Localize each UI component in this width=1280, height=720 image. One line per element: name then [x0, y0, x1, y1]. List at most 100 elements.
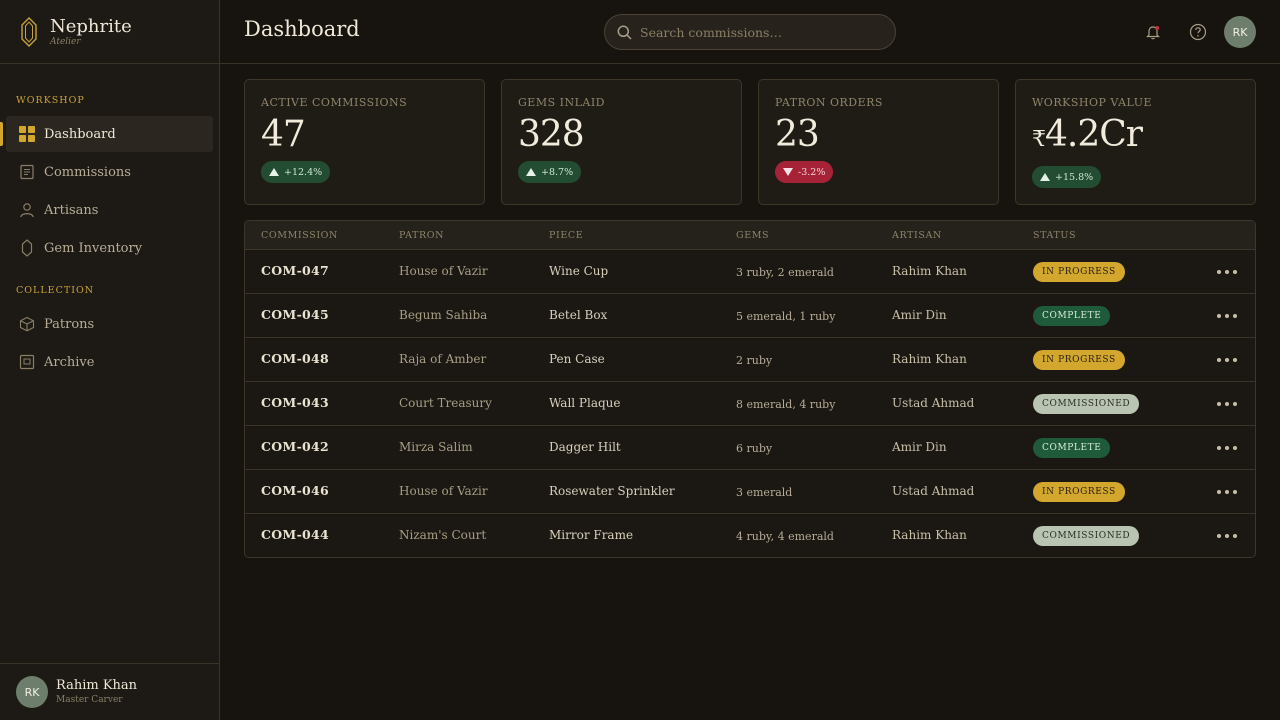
gems-cell: 6 ruby: [736, 442, 773, 455]
bell-icon[interactable]: [1143, 22, 1163, 42]
sidebar: Nephrite Atelier WORKSHOP Dashboard Comm…: [0, 0, 220, 720]
document-icon: [18, 163, 36, 181]
arrow-up-icon: [526, 168, 536, 176]
box-icon: [18, 315, 36, 333]
sidebar-item-gem-inventory[interactable]: Gem Inventory: [6, 230, 213, 266]
currency-symbol: ₹: [1032, 127, 1046, 152]
sidebar-item-patrons[interactable]: Patrons: [6, 306, 213, 342]
grid-icon: [18, 125, 36, 143]
status-badge: In Progress: [1033, 350, 1125, 370]
commission-id: COM-044: [261, 527, 330, 542]
more-actions-icon[interactable]: [1217, 358, 1237, 362]
search-bar[interactable]: [604, 14, 896, 50]
artisan-cell: Rahim Khan: [892, 264, 967, 278]
search-input[interactable]: [640, 24, 880, 40]
sidebar-item-label: Gem Inventory: [44, 240, 143, 256]
help-icon[interactable]: [1188, 22, 1208, 42]
table-row[interactable]: COM-047 House of Vazir Wine Cup 3 ruby, 2 e…: [245, 250, 1255, 294]
commission-id: COM-045: [261, 307, 330, 322]
gems-cell: 2 ruby: [736, 354, 773, 367]
table-row[interactable]: COM-044 Nizam's Court Mirror Frame 4 ruby, …: [245, 514, 1255, 557]
column-header-patron[interactable]: Patron: [399, 230, 444, 241]
stat-card-workshop-value: Workshop Value ₹4.2Cr +15.8%: [1015, 79, 1256, 205]
card-label: Gems Inlaid: [518, 96, 605, 109]
user-role: Master Carver: [56, 695, 123, 705]
commission-id: COM-047: [261, 263, 330, 278]
sidebar-item-label: Commissions: [44, 164, 131, 180]
page-title: Dashboard: [244, 17, 360, 41]
brand[interactable]: Nephrite Atelier: [0, 0, 219, 64]
sidebar-item-label: Patrons: [44, 316, 95, 332]
gem-icon: [18, 239, 36, 257]
column-header-piece[interactable]: Piece: [549, 230, 583, 241]
header-avatar[interactable]: RK: [1224, 16, 1256, 48]
trend-value: -3.2%: [798, 166, 826, 178]
status-badge: In Progress: [1033, 262, 1125, 282]
commission-id: COM-048: [261, 351, 330, 366]
patron-cell: Raja of Amber: [399, 352, 487, 366]
table-body: COM-047 House of Vazir Wine Cup 3 ruby, 2 e…: [245, 250, 1255, 557]
more-actions-icon[interactable]: [1217, 534, 1237, 538]
card-value: 328: [518, 114, 585, 155]
piece-cell: Dagger Hilt: [549, 440, 621, 454]
more-actions-icon[interactable]: [1217, 402, 1237, 406]
column-header-gems[interactable]: Gems: [736, 230, 769, 241]
column-header-commission[interactable]: Commission: [261, 230, 338, 241]
trend-value: +12.4%: [284, 166, 323, 178]
trend-badge: +15.8%: [1032, 166, 1102, 188]
piece-cell: Wall Plaque: [549, 396, 621, 410]
sidebar-item-artisans[interactable]: Artisans: [6, 192, 213, 228]
avatar: RK: [16, 676, 48, 708]
gems-cell: 3 ruby, 2 emerald: [736, 266, 834, 279]
piece-cell: Mirror Frame: [549, 528, 634, 542]
gems-cell: 3 emerald: [736, 486, 793, 499]
more-actions-icon[interactable]: [1217, 446, 1237, 450]
card-label: Active Commissions: [261, 96, 408, 109]
trend-badge: +12.4%: [261, 161, 331, 183]
trend-value: +8.7%: [541, 166, 574, 178]
card-value: 23: [775, 114, 820, 155]
gem-logo-icon: [21, 16, 37, 47]
commission-id: COM-042: [261, 439, 330, 454]
piece-cell: Pen Case: [549, 352, 605, 366]
artisan-cell: Rahim Khan: [892, 528, 967, 542]
person-icon: [18, 201, 36, 219]
gems-cell: 4 ruby, 4 emerald: [736, 530, 834, 543]
table-row[interactable]: COM-045 Begum Sahiba Betel Box 5 emerald, 1…: [245, 294, 1255, 338]
top-header: Dashboard RK: [220, 0, 1280, 64]
column-header-status[interactable]: Status: [1033, 230, 1076, 241]
column-header-artisan[interactable]: Artisan: [892, 230, 942, 241]
table-row[interactable]: COM-046 House of Vazir Rosewater Sprinkler…: [245, 470, 1255, 514]
status-badge: In Progress: [1033, 482, 1125, 502]
table-row[interactable]: COM-043 Court Treasury Wall Plaque 8 emeral…: [245, 382, 1255, 426]
sidebar-item-label: Artisans: [44, 202, 99, 218]
card-label: Workshop Value: [1032, 96, 1153, 109]
more-actions-icon[interactable]: [1217, 490, 1237, 494]
patron-cell: Mirza Salim: [399, 440, 473, 454]
table-row[interactable]: COM-048 Raja of Amber Pen Case 2 ruby Rahim …: [245, 338, 1255, 382]
status-badge: Complete: [1033, 438, 1111, 458]
status-badge: Commissioned: [1033, 526, 1140, 546]
card-label: Patron Orders: [775, 96, 883, 109]
user-profile[interactable]: RK Rahim Khan Master Carver: [0, 663, 219, 720]
artisan-cell: Ustad Ahmad: [892, 396, 975, 410]
stat-card-patron-orders: Patron Orders 23 -3.2%: [758, 79, 999, 205]
more-actions-icon[interactable]: [1217, 314, 1237, 318]
more-actions-icon[interactable]: [1217, 270, 1237, 274]
sidebar-item-archive[interactable]: Archive: [6, 344, 213, 380]
card-value: 47: [261, 114, 306, 155]
piece-cell: Betel Box: [549, 308, 608, 322]
nav-section-workshop: WORKSHOP: [16, 95, 85, 106]
commissions-table: Commission Patron Piece Gems Artisan Sta…: [244, 220, 1256, 558]
patron-cell: Court Treasury: [399, 396, 492, 410]
commission-id: COM-046: [261, 483, 330, 498]
patron-cell: House of Vazir: [399, 484, 488, 498]
sidebar-item-commissions[interactable]: Commissions: [6, 154, 213, 190]
brand-name: Nephrite: [50, 15, 132, 37]
gems-cell: 8 emerald, 4 ruby: [736, 398, 836, 411]
arrow-up-icon: [1040, 173, 1050, 181]
stat-card-active-commissions: Active Commissions 47 +12.4%: [244, 79, 485, 205]
sidebar-item-label: Archive: [44, 354, 95, 370]
table-row[interactable]: COM-042 Mirza Salim Dagger Hilt 6 ruby Amir …: [245, 426, 1255, 470]
sidebar-item-dashboard[interactable]: Dashboard: [0, 116, 213, 152]
